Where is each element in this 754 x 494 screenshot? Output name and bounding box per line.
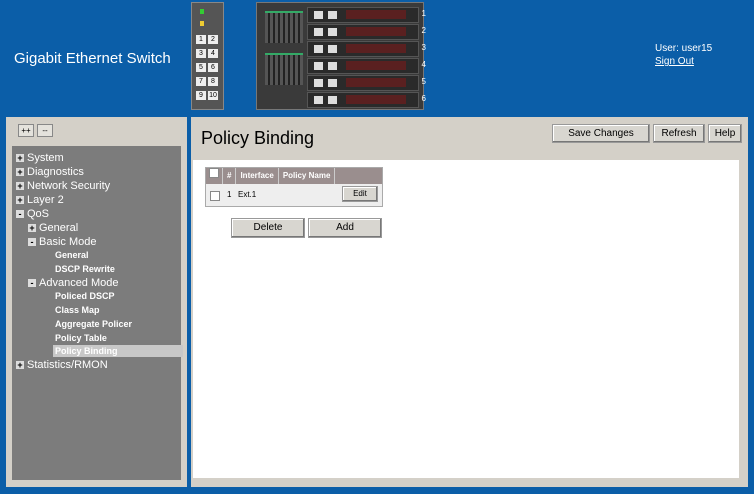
switch-port: 1 xyxy=(196,35,206,44)
expand-icon[interactable]: + xyxy=(16,154,24,163)
table-header: # Interface Policy Name xyxy=(206,168,382,184)
blade-number: 4 xyxy=(421,60,426,69)
nav-basic-mode[interactable]: - Basic Mode xyxy=(28,236,96,248)
blade-number: 1 xyxy=(421,9,426,18)
nav-statistics-rmon[interactable]: + Statistics/RMON xyxy=(16,359,108,371)
nav-advanced-mode[interactable]: - Advanced Mode xyxy=(28,277,119,289)
delete-button[interactable]: Delete xyxy=(231,218,305,238)
nav-system[interactable]: + System xyxy=(16,152,64,164)
collapse-icon[interactable]: - xyxy=(28,238,36,247)
switch-port: 4 xyxy=(208,49,218,58)
nav-layer2[interactable]: + Layer 2 xyxy=(16,194,64,206)
blade-slot: 3 xyxy=(307,41,426,57)
col-interface: Interface xyxy=(236,168,279,184)
table-row: 1 Ext.1 Edit xyxy=(206,184,382,206)
nav-class-map[interactable]: Class Map xyxy=(55,305,100,315)
nav-basic-general[interactable]: General xyxy=(55,250,89,260)
switch-port: 7 xyxy=(196,77,206,86)
nav-tree: + System + Diagnostics + Network Security +… xyxy=(12,146,183,480)
switch-port: 5 xyxy=(196,63,206,72)
sign-out-link[interactable]: Sign Out xyxy=(655,56,694,67)
collapse-all-button[interactable]: -- xyxy=(37,124,53,137)
save-changes-button[interactable]: Save Changes xyxy=(552,124,650,143)
expand-icon[interactable]: + xyxy=(28,224,36,233)
nav-label: Layer 2 xyxy=(27,194,64,206)
nav-qos[interactable]: - QoS xyxy=(16,208,49,220)
blade-number: 6 xyxy=(421,94,426,103)
expand-icon[interactable]: + xyxy=(16,182,24,191)
row-checkbox[interactable] xyxy=(210,191,220,201)
nav-label: Network Security xyxy=(27,180,111,192)
app-title: Gigabit Ethernet Switch xyxy=(14,50,171,67)
switch-module-image: 1 2 3 4 5 6 7 8 9 10 xyxy=(191,2,224,110)
row-num: 1 xyxy=(227,190,232,199)
nav-label: Basic Mode xyxy=(39,236,97,248)
switch-port: 9 xyxy=(196,91,206,100)
blade-slot: 4 xyxy=(307,58,426,74)
blade-number: 2 xyxy=(421,26,426,35)
nav-qos-general[interactable]: + General xyxy=(28,222,78,234)
nav-diagnostics[interactable]: + Diagnostics xyxy=(16,166,84,178)
blade-slot: 2 xyxy=(307,24,426,40)
switch-port: 3 xyxy=(196,49,206,58)
nav-label: System xyxy=(27,152,64,164)
switch-port: 6 xyxy=(208,63,218,72)
collapse-icon[interactable]: - xyxy=(28,279,36,288)
nav-dscp-rewrite[interactable]: DSCP Rewrite xyxy=(55,264,115,274)
switch-port: 2 xyxy=(208,35,218,44)
nav-policed-dscp[interactable]: Policed DSCP xyxy=(55,291,115,301)
add-button[interactable]: Add xyxy=(308,218,382,238)
expand-icon[interactable]: + xyxy=(16,361,24,370)
blade-number: 5 xyxy=(421,77,426,86)
refresh-button[interactable]: Refresh xyxy=(653,124,705,143)
nav-label: Diagnostics xyxy=(27,166,84,178)
select-all-checkbox[interactable] xyxy=(209,168,219,178)
sidebar: ++ -- + System + Diagnostics + Network Secu… xyxy=(6,117,187,487)
col-num: # xyxy=(223,168,237,184)
status-led xyxy=(200,9,204,14)
blade-chassis-image: 1 2 3 4 5 6 xyxy=(256,2,426,110)
nav-label: Advanced Mode xyxy=(39,277,119,289)
col-policy-name: Policy Name xyxy=(279,168,336,184)
row-interface: Ext.1 xyxy=(238,190,257,199)
nav-label: QoS xyxy=(27,208,50,220)
nav-policy-binding[interactable]: Policy Binding xyxy=(53,345,183,357)
page-title: Policy Binding xyxy=(201,128,315,148)
collapse-icon[interactable]: - xyxy=(16,210,24,219)
expand-all-button[interactable]: ++ xyxy=(18,124,34,137)
nav-aggregate-policer[interactable]: Aggregate Policer xyxy=(55,319,132,329)
nav-label: Statistics/RMON xyxy=(27,359,108,371)
nav-policy-table[interactable]: Policy Table xyxy=(55,333,107,343)
status-led xyxy=(200,21,204,26)
switch-port: 10 xyxy=(208,91,218,100)
nav-network-security[interactable]: + Network Security xyxy=(16,180,110,192)
help-button[interactable]: Help xyxy=(708,124,742,143)
policy-binding-table: # Interface Policy Name 1 Ext.1 Edit xyxy=(205,167,383,207)
edit-button[interactable]: Edit xyxy=(342,186,378,202)
blade-slot: 1 xyxy=(307,7,426,23)
blade-slot: 5 xyxy=(307,75,426,91)
main-panel: Policy Binding Save Changes Refresh Help… xyxy=(191,117,748,487)
blade-number: 3 xyxy=(421,43,426,52)
expand-icon[interactable]: + xyxy=(16,168,24,177)
nav-label: General xyxy=(39,222,79,234)
blade-slot: 6 xyxy=(307,92,426,108)
expand-icon[interactable]: + xyxy=(16,196,24,205)
switch-port: 8 xyxy=(208,77,218,86)
content-area: # Interface Policy Name 1 Ext.1 Edit Del… xyxy=(193,160,739,478)
user-label: User: user15 xyxy=(655,43,713,54)
